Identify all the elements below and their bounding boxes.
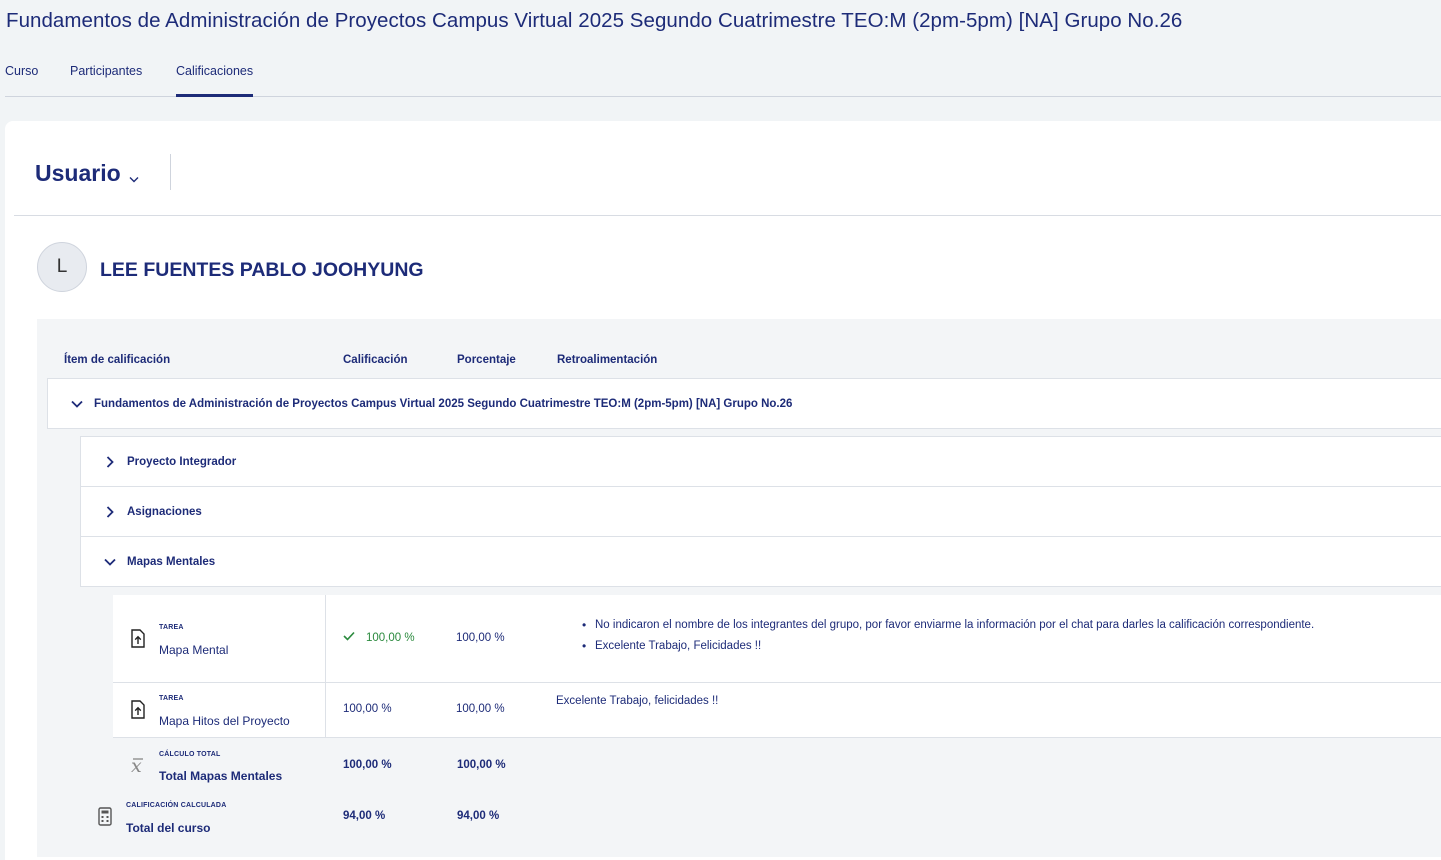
column-header-item: Ítem de calificación [64, 354, 171, 366]
item-type: CALIFICACIÓN CALCULADA [126, 802, 227, 809]
chevron-down-icon [129, 162, 139, 189]
check-icon [343, 631, 355, 644]
category-label: Asignaciones [127, 505, 202, 518]
total-name: Total del curso [126, 821, 211, 835]
total-grade: 94,00 % [343, 810, 386, 822]
main-panel: Usuario L LEE FUENTES PABLO JOOHYUNG Íte… [5, 121, 1441, 860]
item-type: CÁLCULO TOTAL [159, 751, 221, 758]
grade-report-table: Ítem de calificación Calificación Porcen… [37, 319, 1441, 857]
table-row: TAREA Mapa Mental 100,00 % 100,00 % No i… [113, 595, 1441, 683]
item-feedback: Excelente Trabajo, felicidades !! [556, 695, 719, 707]
item-grade: 100,00 % [366, 632, 415, 644]
avatar: L [37, 242, 87, 292]
item-link[interactable]: Mapa Mental [159, 643, 228, 657]
category-label: Fundamentos de Administración de Proyect… [94, 397, 793, 410]
user-report-selector[interactable]: Usuario [35, 157, 139, 189]
assignment-icon [130, 629, 148, 649]
course-total-row: CALIFICACIÓN CALCULADA Total del curso 9… [47, 792, 1441, 857]
category-row-course[interactable]: Fundamentos de Administración de Proyect… [47, 378, 1441, 429]
category-total-row: x CÁLCULO TOTAL Total Mapas Mentales 100… [113, 738, 1441, 792]
total-grade: 100,00 % [343, 759, 392, 771]
calculation-icon: x [130, 755, 148, 777]
item-type: TAREA [159, 624, 184, 631]
item-percentage: 100,00 % [456, 703, 505, 715]
total-percentage: 100,00 % [457, 759, 506, 771]
item-name-cell: TAREA Mapa Hitos del Proyecto [113, 683, 326, 737]
item-type: TAREA [159, 695, 184, 702]
divider [14, 215, 1441, 216]
category-row-mapas-mentales[interactable]: Mapas Mentales [80, 536, 1441, 587]
feedback-entry: No indicaron el nombre de los integrante… [582, 618, 1314, 632]
item-grade: 100,00 % [343, 703, 392, 715]
tab-curso[interactable]: Curso [5, 46, 38, 97]
tab-calificaciones[interactable]: Calificaciones [176, 46, 254, 97]
total-name: Total Mapas Mentales [159, 769, 283, 783]
column-header-grade: Calificación [343, 354, 408, 366]
item-feedback: No indicaron el nombre de los integrante… [582, 618, 1314, 661]
user-name[interactable]: LEE FUENTES PABLO JOOHYUNG [100, 259, 424, 282]
item-percentage: 100,00 % [456, 632, 505, 644]
category-label: Mapas Mentales [127, 555, 216, 568]
chevron-down-icon[interactable] [70, 397, 84, 411]
column-header-feedback: Retroalimentación [557, 354, 658, 366]
category-label: Proyecto Integrador [127, 455, 237, 468]
tab-participantes[interactable]: Participantes [70, 46, 142, 97]
table-row: TAREA Mapa Hitos del Proyecto 100,00 % 1… [113, 683, 1441, 738]
item-name-cell: TAREA Mapa Mental [113, 595, 326, 682]
total-percentage: 94,00 % [457, 810, 500, 822]
feedback-entry: Excelente Trabajo, Felicidades !! [582, 639, 1314, 653]
chevron-right-icon[interactable] [103, 455, 117, 469]
category-row-proyecto-integrador[interactable]: Proyecto Integrador [80, 436, 1441, 487]
item-link[interactable]: Mapa Hitos del Proyecto [159, 714, 290, 728]
chevron-down-icon[interactable] [103, 555, 117, 569]
assignment-icon [130, 700, 148, 720]
column-header-percentage: Porcentaje [457, 354, 516, 366]
selector-label: Usuario [35, 159, 121, 186]
chevron-right-icon[interactable] [103, 505, 117, 519]
calculator-icon [97, 807, 115, 827]
category-row-asignaciones[interactable]: Asignaciones [80, 486, 1441, 537]
page-title: Fundamentos de Administración de Proyect… [6, 9, 1183, 32]
divider [170, 154, 171, 190]
secondary-navigation: Curso Participantes Calificaciones [5, 46, 1441, 97]
